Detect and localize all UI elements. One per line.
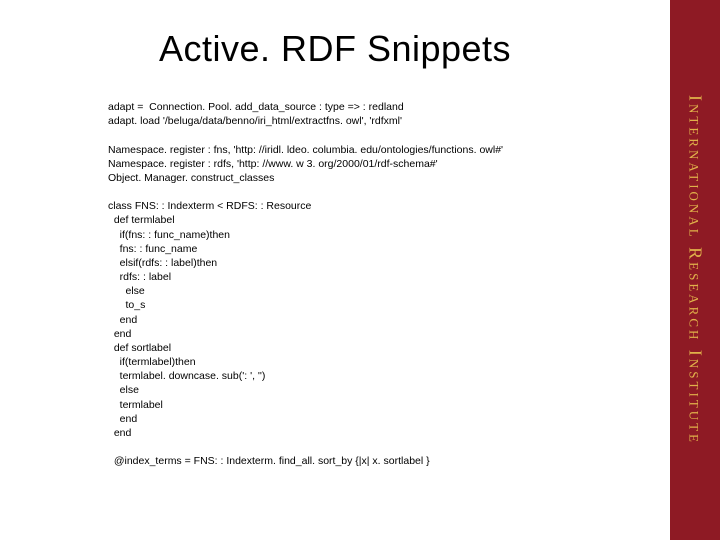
slide: Active. RDF Snippets adapt = Connection.… (0, 0, 720, 540)
brand-text: International Research Institute (685, 95, 706, 445)
content-area: Active. RDF Snippets adapt = Connection.… (0, 0, 670, 540)
brand-sidebar: International Research Institute (670, 0, 720, 540)
slide-title: Active. RDF Snippets (0, 28, 670, 70)
code-block: adapt = Connection. Pool. add_data_sourc… (0, 100, 670, 468)
